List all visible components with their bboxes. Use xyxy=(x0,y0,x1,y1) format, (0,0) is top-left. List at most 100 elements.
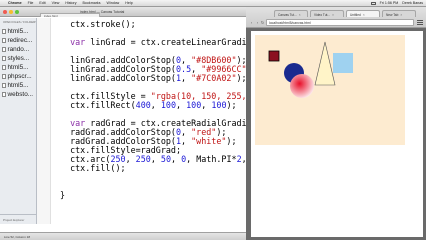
code-line: var linGrad = ctx.createLinearGradien xyxy=(60,38,246,47)
file-item[interactable]: websto... xyxy=(0,90,36,99)
menu-bar: Chrome File Edit View History Bookmarks … xyxy=(0,0,426,7)
code-token: ctx.fill(); xyxy=(70,163,126,173)
minimize-window-icon[interactable] xyxy=(9,9,13,14)
file-list: html5... redirec... rando... styles... html5… xyxy=(0,27,36,99)
battery-icon[interactable] xyxy=(370,1,376,5)
browser-menu-icon[interactable] xyxy=(417,20,423,25)
code-token: ); xyxy=(226,136,237,146)
file-label: phpscr... xyxy=(7,73,32,80)
code-token: 250 xyxy=(135,154,151,164)
address-row: ‹ › ↻ localhost/html5/canvas.html xyxy=(246,18,426,27)
file-label: websto... xyxy=(7,91,34,98)
browser-tab[interactable]: Untitled × xyxy=(346,10,380,17)
file-icon xyxy=(2,38,6,43)
menu-bookmarks[interactable]: Bookmarks xyxy=(83,1,101,5)
cursor-position: Line 52, Column 18 xyxy=(4,234,31,239)
clock[interactable]: Fri 1:56 PM xyxy=(380,1,399,5)
file-icon xyxy=(2,29,6,34)
file-item[interactable]: rando... xyxy=(0,45,36,54)
browser-tab[interactable]: New Tab × xyxy=(382,10,416,17)
window-controls xyxy=(3,9,19,14)
code-line: ctx.fill(); xyxy=(60,163,126,173)
code-token: 400 xyxy=(135,100,151,110)
code-token: ); xyxy=(236,73,246,83)
code-token: "#7C0A02" xyxy=(191,73,237,83)
code-token: linGrad = ctx.createLinearGradien xyxy=(85,37,246,47)
menu-edit[interactable]: Edit xyxy=(39,1,45,5)
menu-file[interactable]: File xyxy=(28,1,34,5)
menu-history[interactable]: History xyxy=(65,1,76,5)
menu-window[interactable]: Window xyxy=(107,1,120,5)
file-label: html5... xyxy=(7,28,29,35)
code-token: , Math.PI* xyxy=(186,154,237,164)
user-name[interactable]: Derek Banas xyxy=(402,1,423,5)
file-label: redirec... xyxy=(7,37,33,44)
file-item[interactable]: html5... xyxy=(0,63,36,72)
browser-window: Canvas Tut... × Video Tut... × Untitled × New … xyxy=(246,7,426,240)
file-item[interactable]: styles... xyxy=(0,54,36,63)
file-sidebar: OPEN FILES / FOLDERS html5... redirec... r… xyxy=(0,18,37,224)
file-icon xyxy=(2,56,6,61)
code-token: , xyxy=(181,136,192,146)
light-blue-square xyxy=(333,53,353,73)
file-item[interactable]: html5... xyxy=(0,81,36,90)
code-token: , xyxy=(181,73,192,83)
browser-tab-label: Canvas Tut... xyxy=(278,13,297,17)
browser-toolbar: Canvas Tut... × Video Tut... × Untitled × New … xyxy=(246,7,426,28)
sidebar-header: OPEN FILES / FOLDERS xyxy=(3,20,37,24)
reload-icon[interactable]: ↻ xyxy=(260,20,265,25)
sidebar-footer: Project Explorer xyxy=(0,214,36,224)
code-token: ); xyxy=(226,100,237,110)
code-line: ctx.stroke(); xyxy=(60,20,136,29)
file-label: styles... xyxy=(7,55,30,62)
menu-help[interactable]: Help xyxy=(125,1,132,5)
file-item[interactable]: phpscr... xyxy=(0,72,36,81)
file-item[interactable]: html5... xyxy=(0,27,36,36)
browser-viewport xyxy=(246,29,426,240)
close-tab-icon[interactable]: × xyxy=(332,13,334,17)
code-token: linGrad.addColorStop( xyxy=(70,73,176,83)
code-editor-window: index.html — Canvas Tutorial index.html … xyxy=(0,7,246,240)
back-icon[interactable]: ‹ xyxy=(249,20,254,25)
file-icon xyxy=(2,65,6,70)
menu-app[interactable]: Chrome xyxy=(8,1,22,5)
dark-red-square xyxy=(268,50,280,62)
file-label: rando... xyxy=(7,46,30,53)
web-page xyxy=(251,31,423,237)
close-tab-icon[interactable]: × xyxy=(299,13,301,17)
code-token: , xyxy=(125,154,136,164)
file-item[interactable]: redirec... xyxy=(0,36,36,45)
code-line: } xyxy=(60,191,65,200)
code-token: 50 xyxy=(160,154,171,164)
browser-tab-label: New Tab xyxy=(386,13,399,17)
address-bar[interactable]: localhost/html5/canvas.html xyxy=(266,19,414,26)
code-token: , xyxy=(150,100,161,110)
code-token: , xyxy=(201,100,212,110)
menu-view[interactable]: View xyxy=(52,1,60,5)
close-window-icon[interactable] xyxy=(3,9,7,14)
zoom-window-icon[interactable] xyxy=(15,9,19,14)
editor-status-bar: Line 52, Column 18 xyxy=(0,232,246,240)
html-canvas xyxy=(255,35,405,145)
code-token: ctx.stroke(); xyxy=(70,19,136,29)
file-icon xyxy=(2,47,6,52)
browser-tab[interactable]: Canvas Tut... × xyxy=(274,10,308,17)
code-token: , xyxy=(150,154,161,164)
code-token: 100 xyxy=(211,100,227,110)
browser-tab-label: Untitled xyxy=(350,13,361,17)
close-tab-icon[interactable]: × xyxy=(363,13,365,17)
code-area[interactable]: ctx.stroke(); var linGrad = ctx.createLi… xyxy=(60,18,246,224)
status-area: Fri 1:56 PM Derek Banas xyxy=(370,1,426,5)
close-tab-icon[interactable]: × xyxy=(400,13,402,17)
code-token: , xyxy=(171,154,182,164)
editor-file-tab[interactable]: index.html xyxy=(40,13,100,17)
browser-tab[interactable]: Video Tut... × xyxy=(310,10,344,17)
code-token: "white" xyxy=(191,136,227,146)
code-line: ctx.fillRect(400, 100, 100, 100); xyxy=(60,101,237,110)
browser-tab-label: Video Tut... xyxy=(314,13,331,17)
